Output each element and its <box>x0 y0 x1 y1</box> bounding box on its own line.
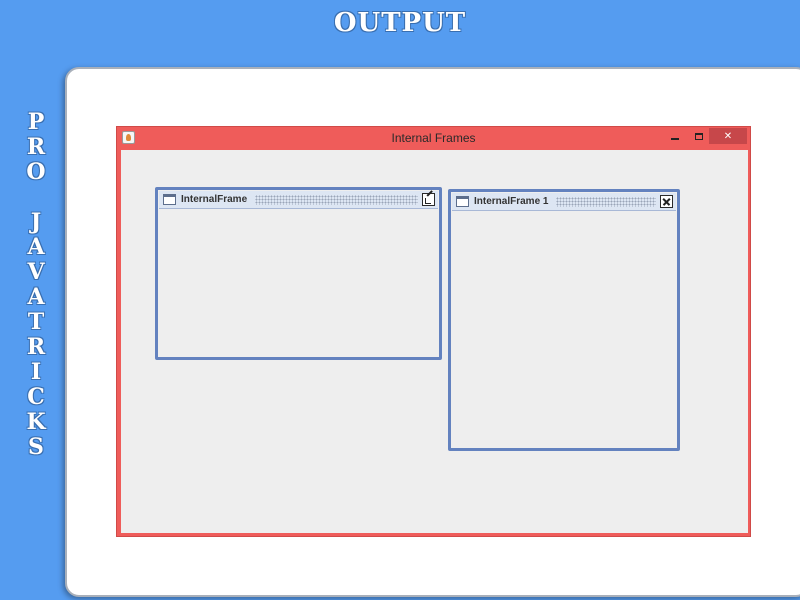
brand-letter: R <box>26 334 46 360</box>
internal-frame-titlebar[interactable]: InternalFrame 1 <box>452 193 676 211</box>
minimize-button[interactable] <box>665 128 685 144</box>
brand-letter: C <box>27 384 45 410</box>
brand-letter: V <box>27 259 45 285</box>
close-icon[interactable] <box>660 195 673 208</box>
brand-letter: K <box>26 409 46 435</box>
frame-icon <box>456 196 469 207</box>
brand-letter: S <box>28 434 44 460</box>
side-brand-text: P R O J A V A T R I C K S <box>22 110 50 460</box>
desktop-pane: InternalFrame InternalFrame 1 <box>121 150 748 533</box>
internal-frame-content <box>159 210 438 356</box>
brand-letter: R <box>26 134 46 160</box>
internal-frame-title: InternalFrame 1 <box>474 196 549 207</box>
brand-letter: A <box>27 284 45 310</box>
minimize-icon <box>671 137 679 140</box>
brand-letter: J <box>30 209 42 235</box>
brand-letter: P <box>27 109 45 135</box>
brand-letter: T <box>27 309 45 335</box>
titlebar-grip <box>255 195 418 205</box>
internal-frame-content <box>452 212 676 447</box>
internal-frame-titlebar[interactable]: InternalFrame <box>159 191 438 209</box>
brand-letter: A <box>27 234 45 260</box>
app-titlebar[interactable]: Internal Frames ✕ <box>117 127 750 149</box>
internal-frame[interactable]: InternalFrame <box>155 187 442 360</box>
titlebar-grip <box>556 197 656 207</box>
brand-letter: I <box>30 359 42 385</box>
maximize-icon <box>695 132 703 140</box>
internal-frame-1[interactable]: InternalFrame 1 <box>448 189 680 451</box>
maximize-button[interactable] <box>689 128 709 144</box>
app-window[interactable]: Internal Frames ✕ InternalFrame Internal… <box>116 126 751 537</box>
page-heading: OUTPUT <box>333 8 467 38</box>
app-window-title: Internal Frames <box>391 131 476 145</box>
iconify-icon[interactable] <box>422 193 435 206</box>
close-button[interactable]: ✕ <box>709 128 747 144</box>
internal-frame-title: InternalFrame <box>181 194 248 205</box>
close-icon: ✕ <box>723 130 733 142</box>
frame-icon <box>163 194 176 205</box>
brand-letter: O <box>26 159 46 185</box>
